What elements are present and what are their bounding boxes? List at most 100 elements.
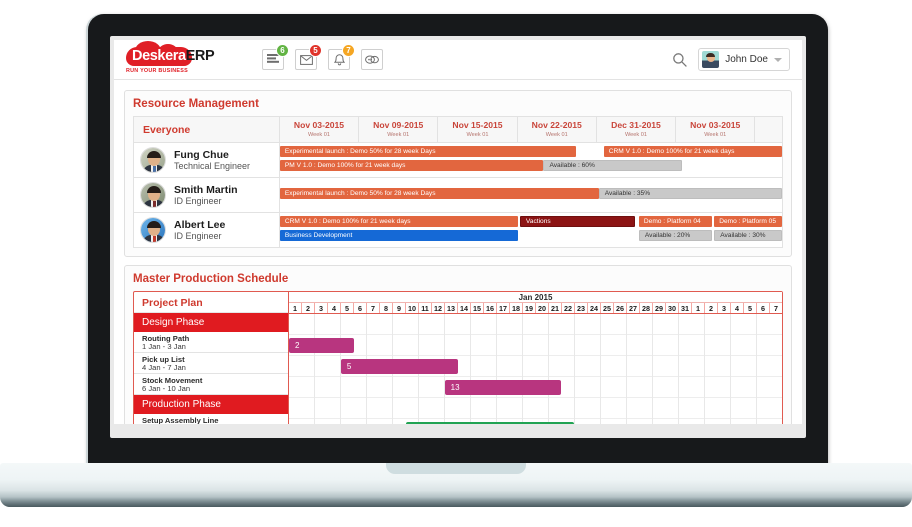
availability-bar[interactable]: Available : 60% [543, 160, 682, 171]
gantt-day-tick: 25 [601, 303, 614, 313]
task-row-setup-assembly-line[interactable]: Setup Assembly Line 26 Jan - 2 Feb [134, 414, 288, 424]
column-header-date-0: Nov 03-2015 Week 01 [278, 116, 360, 143]
person-info: Albert Lee ID Engineer [134, 213, 279, 247]
vacation-bar[interactable]: Vactions [519, 216, 636, 227]
allocation-bar[interactable]: Experimental launch : Demo 50% for 28 we… [279, 146, 577, 157]
gantt-day-tick: 24 [588, 303, 601, 313]
resource-management-panel: Resource Management Everyone Nov 03-2015… [124, 90, 792, 257]
gantt-task-bar[interactable]: 10 [405, 422, 575, 424]
laptop-screen: DeskeraERP RUN YOUR BUSINESS 6 5 7 John … [114, 40, 802, 424]
task-row-pick-up-list[interactable]: Pick up List 4 Jan - 7 Jan [134, 353, 288, 374]
column-header-date-3: Nov 22-2015 Week 01 [516, 116, 597, 143]
bell-glyph [333, 53, 345, 65]
gantt-day-tick: 1 [289, 303, 302, 313]
search-icon[interactable] [672, 52, 688, 68]
availability-bar[interactable]: Available : 35% [598, 188, 782, 199]
gantt-day-axis: 1 2 3 4 5 6 7 8 9 10 11 12 13 14 15 16 17 18 19 20 21 22 23 24 2… [289, 303, 782, 314]
person-cell: Fung Chue Technical Engineer [133, 142, 280, 178]
person-text: Smith Martin ID Engineer [174, 184, 238, 207]
gantt-row [289, 398, 782, 419]
gantt-day-tick: 5 [341, 303, 354, 313]
allocation-bar[interactable]: PM V 1.0 : Demo 100% for 21 week days [279, 160, 544, 171]
date-label: Dec 31-2015 [611, 120, 661, 131]
avatar [140, 182, 166, 208]
allocation-bar[interactable]: Demo : Platform 05 [714, 216, 782, 227]
logo-wordmark: DeskeraERP [132, 47, 215, 64]
table-row[interactable]: Fung Chue Technical Engineer Experimenta… [133, 142, 784, 178]
logo-part2: era [165, 47, 186, 64]
allocation-bar[interactable]: CRM V 1.0 : Demo 100% for 21 week days [603, 146, 782, 157]
gantt-day-tick: 6 [354, 303, 367, 313]
week-label: Week 01 [704, 131, 727, 138]
header-right: John Doe [672, 48, 790, 71]
gantt-list-header: Project Plan [134, 292, 288, 313]
chat-icon[interactable] [361, 49, 383, 70]
gantt-row [289, 335, 782, 356]
task-row-routing-path[interactable]: Routing Path 1 Jan - 3 Jan [134, 332, 288, 353]
logo-part1: Desk [132, 47, 166, 64]
gantt-day-tick: 11 [419, 303, 432, 313]
week-label: Week 01 [387, 131, 410, 138]
bell-icon[interactable]: 7 [328, 44, 355, 70]
allocation-bar[interactable]: Demo : Platform 04 [638, 216, 712, 227]
table-row[interactable]: Smith Martin ID Engineer Experimental la… [133, 177, 784, 213]
week-label: Week 01 [545, 131, 568, 138]
logo-part3: ERP [185, 47, 215, 64]
page-title: Master Production Schedule [133, 273, 289, 285]
gantt-row [289, 314, 782, 335]
gantt-task-bar[interactable]: 2 [289, 338, 354, 353]
gantt-day-tick: 22 [562, 303, 575, 313]
table-header: Everyone Nov 03-2015 Week 01 Nov 09-2015… [133, 116, 783, 143]
task-name: Setup Assembly Line [142, 416, 219, 424]
person-text: Fung Chue Technical Engineer [174, 149, 250, 172]
menu-list-badge: 6 [276, 44, 289, 57]
screenshot-stage: DeskeraERP RUN YOUR BUSINESS 6 5 7 John … [0, 0, 912, 527]
phase-row-design[interactable]: Design Phase [134, 313, 288, 332]
deskera-logo[interactable]: DeskeraERP RUN YOUR BUSINESS [126, 40, 244, 74]
task-dates: 4 Jan - 7 Jan [142, 362, 186, 372]
column-header-date-2: Nov 15-2015 Week 01 [437, 116, 518, 143]
person-text: Albert Lee ID Engineer [174, 219, 225, 242]
allocation-bar[interactable]: Business Development [279, 230, 519, 241]
gantt-day-tick: 15 [471, 303, 484, 313]
allocation-bar[interactable]: Experimental launch : Demo 50% for 28 we… [279, 188, 599, 199]
person-cell: Smith Martin ID Engineer [133, 177, 280, 213]
task-dates: 1 Jan - 3 Jan [142, 341, 186, 351]
gantt-day-tick: 7 [774, 304, 778, 313]
person-name: Albert Lee [174, 218, 226, 231]
gantt-task-bar[interactable]: 5 [340, 359, 458, 374]
date-label: Nov 15-2015 [452, 120, 503, 131]
table-row[interactable]: Albert Lee ID Engineer CRM V 1.0 : Demo … [133, 212, 784, 248]
app-header: DeskeraERP RUN YOUR BUSINESS 6 5 7 John … [114, 40, 802, 80]
table-header-row: Everyone Nov 03-2015 Week 01 Nov 09-2015… [133, 116, 783, 143]
menu-list-icon[interactable]: 6 [262, 44, 289, 70]
mail-icon[interactable]: 5 [295, 44, 322, 70]
phase-row-production[interactable]: Production Phase [134, 395, 288, 414]
avatar [140, 147, 166, 173]
person-timeline: CRM V 1.0 : Demo 100% for 21 week days V… [278, 212, 784, 248]
page-title: Resource Management [133, 98, 259, 110]
logo-tagline: RUN YOUR BUSINESS [126, 67, 188, 74]
availability-bar[interactable]: Available : 20% [638, 230, 712, 241]
chevron-down-icon [774, 57, 782, 62]
task-dates: 6 Jan - 10 Jan [142, 383, 191, 393]
task-row-stock-movement[interactable]: Stock Movement 6 Jan - 10 Jan [134, 374, 288, 395]
header-icon-group: 6 5 7 [262, 44, 383, 70]
allocation-bar[interactable]: CRM V 1.0 : Demo 100% for 21 week days [279, 216, 519, 227]
gantt-day-tick: 6 [757, 303, 770, 313]
gantt-day-tick: 16 [484, 303, 497, 313]
menu-list-glyph [267, 54, 279, 63]
user-menu[interactable]: John Doe [698, 48, 790, 71]
gantt-day-tick: 28 [640, 303, 653, 313]
person-role: Technical Engineer [174, 160, 251, 171]
person-role: ID Engineer [174, 230, 222, 241]
laptop-lid: DeskeraERP RUN YOUR BUSINESS 6 5 7 John … [88, 14, 828, 468]
availability-bar[interactable]: Available : 30% [714, 230, 782, 241]
mail-glyph [299, 54, 313, 65]
gantt-day-tick: 3 [315, 303, 328, 313]
person-name: Smith Martin [174, 183, 238, 196]
column-header-everyone: Everyone [133, 116, 280, 143]
gantt-day-tick: 13 [445, 303, 458, 313]
bell-badge: 7 [342, 44, 355, 57]
gantt-task-bar[interactable]: 13 [444, 380, 562, 395]
